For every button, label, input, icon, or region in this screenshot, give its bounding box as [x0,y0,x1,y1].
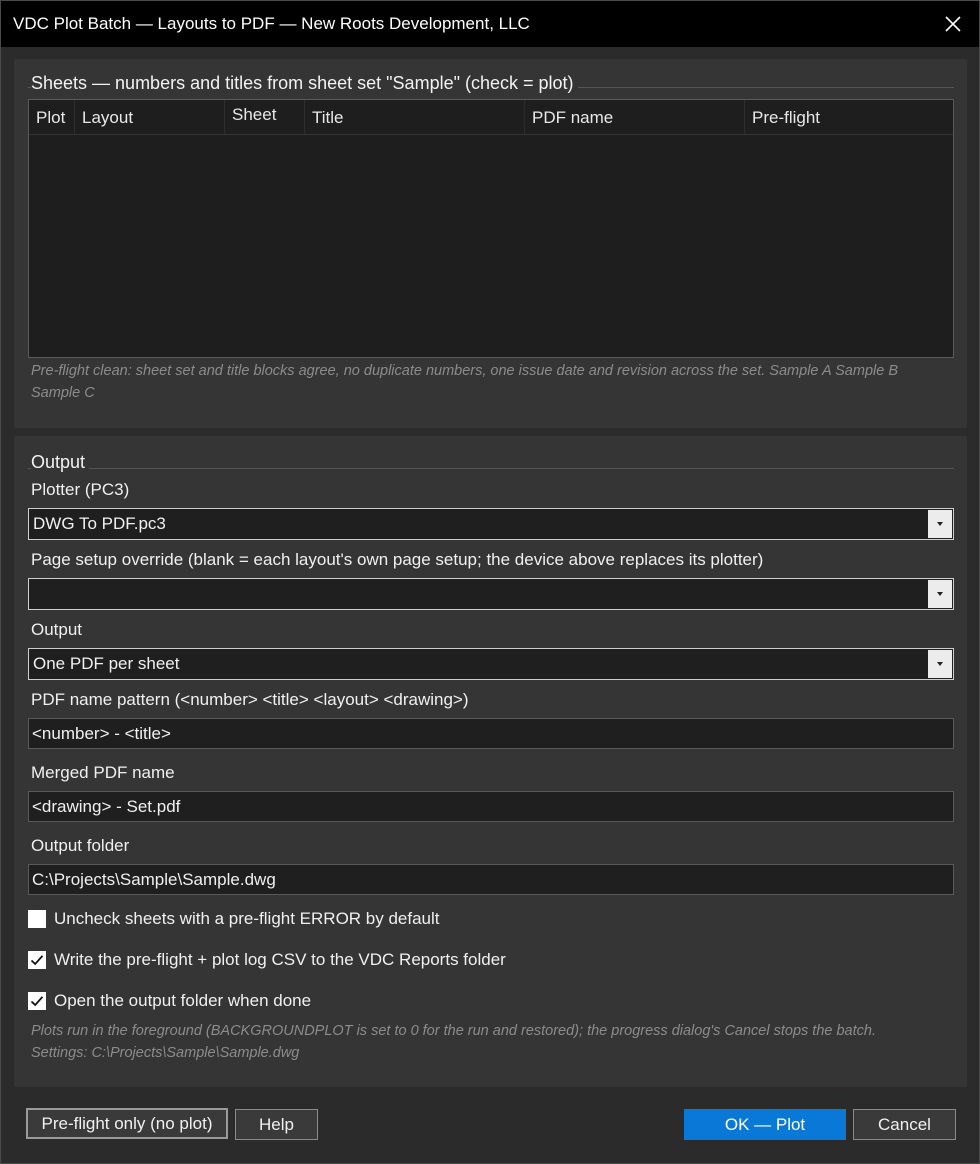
sheets-group: Sheets — numbers and titles from sheet s… [14,59,967,428]
checkbox[interactable] [28,992,46,1010]
sheets-table-header: Plot Layout Sheet Title PDF name Pre-fli… [29,100,953,135]
option-uncheck-errors[interactable]: Uncheck sheets with a pre-flight ERROR b… [28,909,440,929]
preflight-only-button[interactable]: Pre-flight only (no plot) [26,1108,228,1139]
title-bar: VDC Plot Batch — Layouts to PDF — New Ro… [1,1,979,47]
option-label: Write the pre-flight + plot log CSV to t… [54,950,506,969]
checkbox[interactable] [28,951,46,969]
pdf-pattern-label: PDF name pattern (<number> <title> <layo… [31,690,469,709]
output-mode-dropdown-button[interactable] [928,650,952,678]
column-header-plot[interactable]: Plot [29,100,75,134]
page-setup-label: Page setup override (blank = each layout… [31,550,764,569]
ok-plot-button[interactable]: OK — Plot [684,1109,846,1140]
chevron-down-icon [937,662,943,666]
column-header-sheet[interactable]: Sheet [225,100,305,134]
output-mode-label: Output [31,620,83,639]
preflight-only-label: Pre-flight only (no plot) [41,1113,213,1133]
dialog-window: VDC Plot Batch — Layouts to PDF — New Ro… [0,0,980,1164]
column-header-layout[interactable]: Layout [75,100,225,134]
plotter-label: Plotter (PC3) [31,480,130,499]
option-open-folder[interactable]: Open the output folder when done [28,991,311,1011]
close-button[interactable] [927,1,979,47]
sheets-table[interactable]: Plot Layout Sheet Title PDF name Pre-fli… [28,99,954,358]
window-title: VDC Plot Batch — Layouts to PDF — New Ro… [13,14,530,33]
chevron-down-icon [937,522,943,526]
ok-plot-label: OK — Plot [724,1114,806,1134]
chevron-down-icon [937,592,943,596]
plotter-dropdown-button[interactable] [928,510,952,538]
merged-pdf-label: Merged PDF name [31,763,175,782]
group-divider [28,468,954,469]
pdf-pattern-input[interactable]: <number> - <title> [28,718,954,749]
option-label: Open the output folder when done [54,991,312,1010]
help-button[interactable]: Help [235,1109,318,1140]
cancel-button[interactable]: Cancel [853,1109,956,1140]
column-header-pdf-name[interactable]: PDF name [525,100,745,134]
column-header-title[interactable]: Title [305,100,525,134]
column-header-preflight[interactable]: Pre-flight [745,100,953,134]
checkbox[interactable] [28,910,46,928]
plotter-value: DWG To PDF.pc3 [33,514,166,533]
output-group: Output Plotter (PC3) DWG To PDF.pc3 Page… [14,436,967,1087]
sheets-group-title: Sheets — numbers and titles from sheet s… [31,73,578,94]
output-folder-input[interactable]: C:\Projects\Sample\Sample.dwg [28,864,954,895]
page-setup-dropdown-button[interactable] [928,580,952,608]
settings-path-note: Settings: C:\Projects\Sample\Sample.dwg [31,1045,300,1061]
checkmark-icon [30,996,44,1007]
help-label: Help [259,1114,294,1134]
merged-pdf-input[interactable]: <drawing> - Set.pdf [28,791,954,822]
output-group-title: Output [31,452,90,473]
output-folder-label: Output folder [31,836,130,855]
output-mode-select[interactable]: One PDF per sheet [28,648,954,680]
foreground-note: Plots run in the foreground (BACKGROUNDP… [31,1023,876,1039]
preflight-summary: Pre-flight clean: sheet set and title bl… [31,363,898,401]
option-write-log[interactable]: Write the pre-flight + plot log CSV to t… [28,950,506,970]
output-mode-value: One PDF per sheet [33,654,180,673]
close-icon [945,16,961,32]
checkmark-icon [30,955,44,966]
page-setup-select[interactable] [28,578,954,610]
option-label: Uncheck sheets with a pre-flight ERROR b… [54,909,440,928]
plotter-select[interactable]: DWG To PDF.pc3 [28,508,954,540]
cancel-label: Cancel [878,1114,931,1134]
